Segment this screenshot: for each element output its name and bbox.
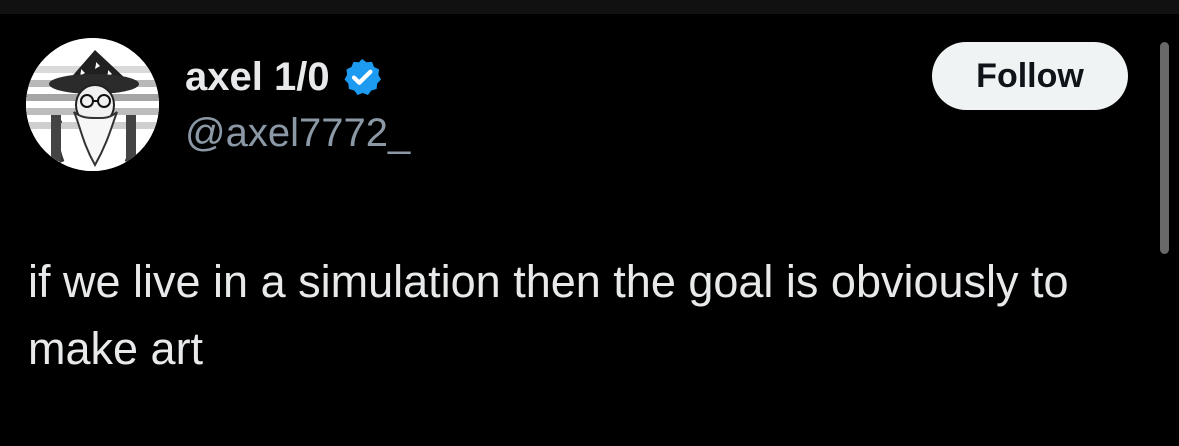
top-bar [0,0,1179,14]
tweet-screen: axel 1/0 @axel7772_ Follow if we live in… [0,0,1179,446]
display-name[interactable]: axel 1/0 [185,53,330,101]
author-handle[interactable]: @axel7772_ [185,109,410,157]
avatar[interactable] [26,38,159,171]
author-name-row: axel 1/0 [185,53,382,101]
follow-button[interactable]: Follow [932,42,1128,110]
verified-badge-icon [344,59,381,95]
tweet-text: if we live in a simulation then the goal… [28,256,1069,374]
scrollbar[interactable] [1160,42,1169,254]
wizard-avatar-icon [26,38,159,171]
